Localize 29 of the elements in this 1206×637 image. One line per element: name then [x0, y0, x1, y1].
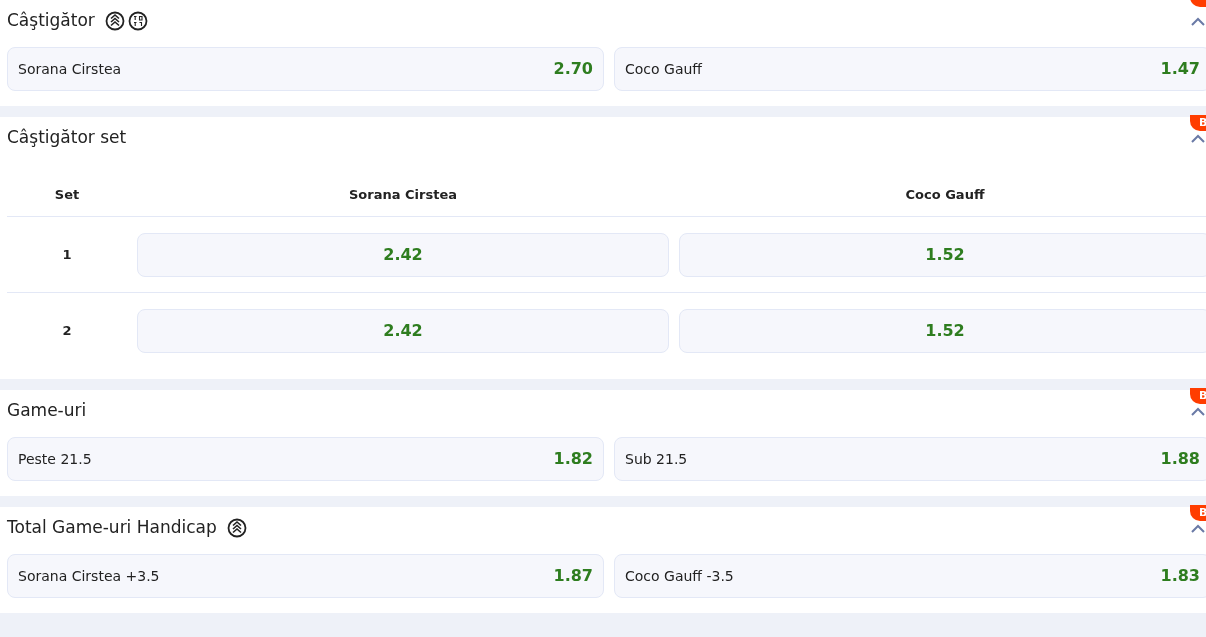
- badge: B: [1190, 505, 1206, 521]
- collapse-chevron-icon[interactable]: [1191, 524, 1205, 534]
- collapse-chevron-icon[interactable]: [1191, 134, 1205, 144]
- odds-button[interactable]: Peste 21.5 1.82: [7, 437, 604, 481]
- set-number: 1: [61, 245, 73, 264]
- chevrons-up-circle-icon: [104, 11, 125, 31]
- column-header: Set: [53, 185, 81, 204]
- collapse-chevron-icon[interactable]: [1191, 17, 1205, 27]
- odds-button[interactable]: 2.42: [137, 309, 669, 353]
- badge: B: [1190, 115, 1206, 131]
- chevrons-up-circle-icon: [226, 518, 247, 538]
- column-header: Sorana Cirstea: [348, 185, 458, 204]
- score-circle-icon: [127, 11, 148, 31]
- market-title: Game-uri: [7, 399, 87, 423]
- odds-button[interactable]: 1.52: [679, 232, 1206, 277]
- odds-button[interactable]: Sorana Cirstea +3.5 1.87: [7, 554, 604, 598]
- market-title: Câştigător set: [7, 126, 127, 150]
- odds-button[interactable]: Sorana Cirstea 2.70: [7, 47, 604, 91]
- odds-button[interactable]: 1.52: [679, 309, 1206, 353]
- odds-button[interactable]: Sub 21.5 1.88: [614, 437, 1206, 481]
- market-title: Câştigător: [7, 9, 95, 33]
- odds-button[interactable]: 2.42: [137, 232, 669, 277]
- set-number: 2: [61, 322, 73, 341]
- collapse-chevron-icon[interactable]: [1191, 407, 1205, 417]
- odds-button[interactable]: Coco Gauff 1.47: [614, 47, 1206, 91]
- market-title: Total Game-uri Handicap: [7, 516, 217, 540]
- odds-button[interactable]: Coco Gauff -3.5 1.83: [614, 554, 1206, 598]
- badge: B: [1190, 388, 1206, 404]
- column-header: Coco Gauff: [904, 185, 986, 204]
